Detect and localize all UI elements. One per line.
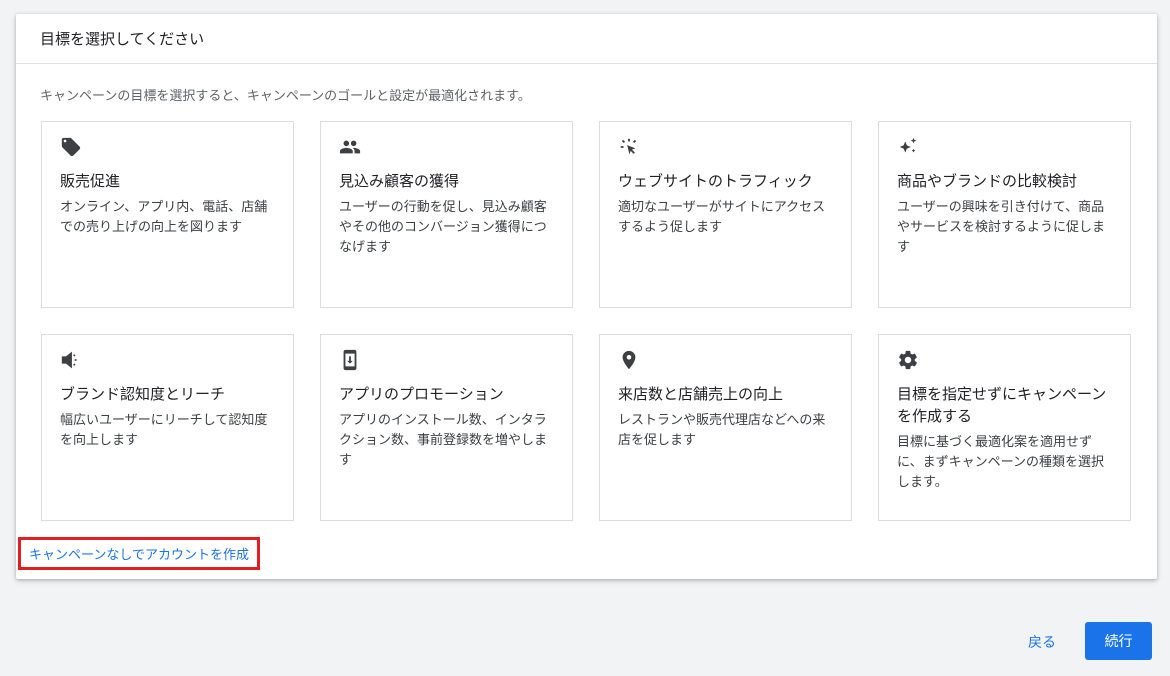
goal-title: 目標を指定せずにキャンペーンを作成する: [897, 385, 1107, 425]
tag-icon: [60, 136, 84, 160]
goal-description: 目標に基づく最適化案を適用せずに、まずキャンペーンの種類を選択します。: [897, 435, 1104, 490]
goal-description: レストランや販売代理店などへの来店を促します: [618, 413, 826, 448]
goal-title: 商品やブランドの比較検討: [897, 172, 1078, 190]
goal-title: 来店数と店舗売上の向上: [618, 385, 784, 403]
goal-card-traffic[interactable]: ウェブサイトのトラフィック 適切なユーザーがサイトにアクセスするよう促します: [599, 121, 852, 308]
goal-card-store-visits[interactable]: 来店数と店舗売上の向上 レストランや販売代理店などへの来店を促します: [599, 334, 852, 521]
goal-description: 幅広いユーザーにリーチして認知度を向上します: [60, 413, 268, 448]
goal-card-awareness[interactable]: ブランド認知度とリーチ 幅広いユーザーにリーチして認知度を向上します: [41, 334, 294, 521]
goal-card-no-goal[interactable]: 目標を指定せずにキャンペーンを作成する 目標に基づく最適化案を適用せずに、まずキ…: [878, 334, 1131, 521]
goal-description: ユーザーの行動を促し、見込み顧客やその他のコンバージョン獲得につなげます: [339, 200, 547, 255]
goal-title: 見込み顧客の獲得: [339, 172, 460, 190]
mobile-download-icon: [339, 349, 363, 373]
goal-description: ユーザーの興味を引き付けて、商品やサービスを検討するように促します: [897, 200, 1106, 255]
goal-title: ウェブサイトのトラフィック: [618, 172, 813, 190]
cursor-click-icon: [618, 136, 642, 160]
goal-description: アプリのインストール数、インタラクション数、事前登録数を増やします: [339, 413, 548, 468]
goal-title: アプリのプロモーション: [339, 385, 504, 403]
goal-card-app-promotion[interactable]: アプリのプロモーション アプリのインストール数、インタラクション数、事前登録数を…: [320, 334, 573, 521]
location-pin-icon: [618, 349, 642, 373]
gear-icon: [897, 349, 921, 373]
goal-title: 販売促進: [60, 172, 121, 190]
create-account-without-campaign-link[interactable]: キャンペーンなしでアカウントを作成: [18, 537, 260, 570]
goal-title: ブランド認知度とリーチ: [60, 385, 226, 403]
people-icon: [339, 136, 363, 160]
goal-card-sales[interactable]: 販売促進 オンライン、アプリ内、電話、店舗での売り上げの向上を図ります: [41, 121, 294, 308]
goal-description: オンライン、アプリ内、電話、店舗での売り上げの向上を図ります: [60, 200, 268, 235]
dialog-title: 目標を選択してください: [40, 30, 205, 48]
dialog-header: 目標を選択してください: [16, 14, 1157, 64]
goal-description: 適切なユーザーがサイトにアクセスするよう促します: [618, 200, 826, 235]
megaphone-icon: [60, 349, 84, 373]
sparkle-icon: [897, 136, 921, 160]
goal-card-leads[interactable]: 見込み顧客の獲得 ユーザーの行動を促し、見込み顧客やその他のコンバージョン獲得に…: [320, 121, 573, 308]
back-button[interactable]: 戻る: [1028, 632, 1056, 652]
goal-card-consideration[interactable]: 商品やブランドの比較検討 ユーザーの興味を引き付けて、商品やサービスを検討するよ…: [878, 121, 1131, 308]
continue-button[interactable]: 続行: [1085, 622, 1152, 660]
goal-selection-dialog: 目標を選択してください キャンペーンの目標を選択すると、キャンペーンのゴールと設…: [16, 14, 1157, 579]
intro-text: キャンペーンの目標を選択すると、キャンペーンのゴールと設定が最適化されます。: [40, 89, 531, 104]
